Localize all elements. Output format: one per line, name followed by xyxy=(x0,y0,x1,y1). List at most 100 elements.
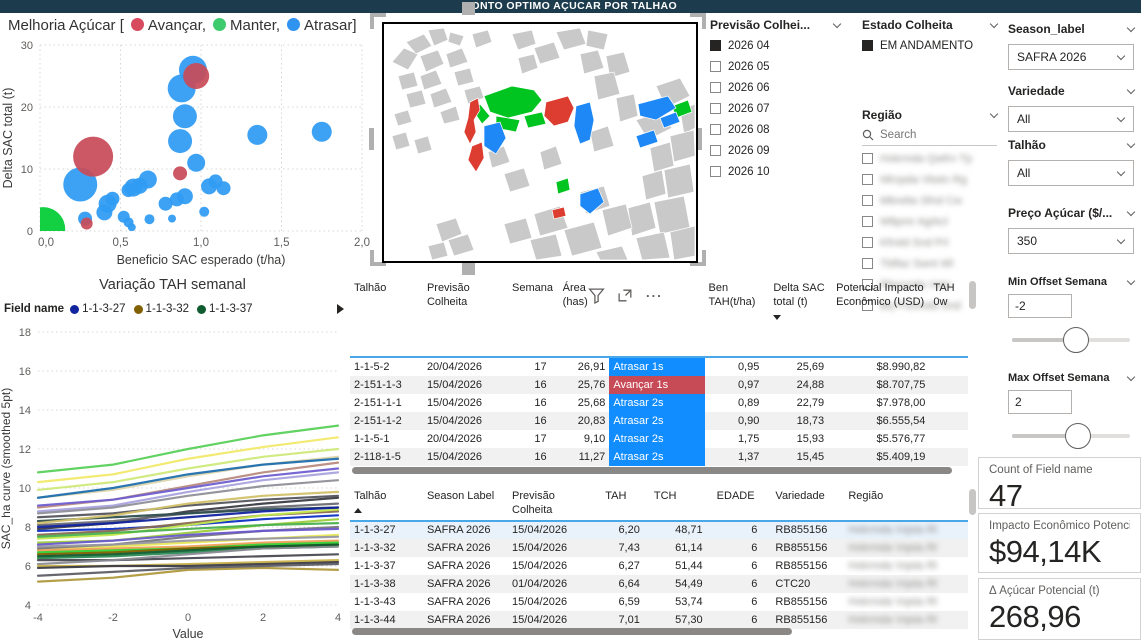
map-handle-left[interactable] xyxy=(369,128,374,150)
table-row[interactable]: 2-151-1-315/04/20261625,76Avançar 1s0,97… xyxy=(350,376,968,394)
slicer-dropdown[interactable]: All xyxy=(1008,106,1134,132)
scatter-bubble-atrasar[interactable] xyxy=(187,154,205,172)
table2-header-cell[interactable]: Season Label xyxy=(423,487,508,521)
table2-header-cell[interactable]: TCH xyxy=(650,487,713,521)
chevron-down-icon[interactable] xyxy=(1127,139,1135,147)
scatter-chart[interactable]: 01020300,00,51,01,52,0Beneficio SAC espe… xyxy=(0,13,372,273)
checkbox-icon[interactable] xyxy=(710,145,721,156)
table1-header-cell[interactable]: Talhão xyxy=(350,279,423,357)
table-row[interactable]: 1-1-3-44SAFRA 202615/04/20267,0157,306RB… xyxy=(350,611,968,629)
table-row[interactable]: 1-1-3-38SAFRA 202601/04/20266,6454,496CT… xyxy=(350,575,968,593)
filter-icon[interactable] xyxy=(588,287,605,304)
scatter-bubble-avançar[interactable] xyxy=(73,137,113,177)
scatter-bubble-atrasar[interactable] xyxy=(105,192,119,206)
legend-item[interactable]: 1-1-3-32 xyxy=(134,303,189,315)
legend-next-arrow-icon[interactable] xyxy=(337,304,344,314)
table2-header-row[interactable]: TalhãoSeason LabelPrevisão ColheitaTAHTC… xyxy=(350,487,968,521)
scatter-bubble-atrasar[interactable] xyxy=(199,207,209,217)
scatter-bubble-atrasar[interactable] xyxy=(128,223,136,231)
table1-horizontal-scrollbar[interactable] xyxy=(352,467,952,474)
regiao-item[interactable]: Tblfaz Swnt Wl xyxy=(862,253,997,274)
checkbox-icon[interactable] xyxy=(710,61,721,72)
checkbox-icon[interactable] xyxy=(862,195,873,206)
checkbox-icon[interactable] xyxy=(710,40,721,51)
checkbox-icon[interactable] xyxy=(710,166,721,177)
table-row[interactable]: 1-1-3-27SAFRA 202615/04/20266,2048,716RB… xyxy=(350,521,968,539)
slicer-dropdown[interactable]: 350 xyxy=(1008,228,1134,254)
table-row[interactable]: 1-1-5-220/04/20261726,91Atrasar 1s0,9525… xyxy=(350,357,968,376)
slicer-dropdown[interactable]: SAFRA 2026 xyxy=(1008,44,1134,70)
checkbox-icon[interactable] xyxy=(862,174,873,185)
regiao-item[interactable]: Kfrotd Snd Prl xyxy=(862,232,997,253)
table-row[interactable]: 1-1-3-32SAFRA 202615/04/20267,4361,146RB… xyxy=(350,539,968,557)
scatter-bubble-atrasar[interactable] xyxy=(177,188,193,204)
previsao-item[interactable]: 2026 05 xyxy=(710,56,840,77)
scatter-bubble-atrasar[interactable] xyxy=(217,181,231,195)
previsao-item[interactable]: 2026 06 xyxy=(710,77,840,98)
chevron-down-icon[interactable] xyxy=(990,19,998,27)
table1-header-cell[interactable]: Previsão Colheita xyxy=(423,279,508,357)
line-chart[interactable]: 1816141210864-4-2024ValueSAC_ha curve (s… xyxy=(0,318,345,640)
regiao-item[interactable]: Wltpmr Agrkcl xyxy=(862,211,997,232)
checkbox-icon[interactable] xyxy=(862,237,873,248)
slider-thumb[interactable] xyxy=(1063,327,1089,353)
slider-thumb[interactable] xyxy=(1065,423,1091,449)
scatter-bubble-atrasar[interactable] xyxy=(168,129,192,153)
regiao-item[interactable]: Nfrzpda Vbstn Rg xyxy=(862,169,997,190)
chevron-down-icon[interactable] xyxy=(1127,23,1135,31)
checkbox-icon[interactable] xyxy=(710,103,721,114)
map-canvas[interactable] xyxy=(384,24,696,261)
previsao-item[interactable]: 2026 07 xyxy=(710,98,840,119)
scatter-bubble-atrasar[interactable] xyxy=(247,125,267,145)
table2-header-cell[interactable]: Talhão xyxy=(350,487,423,521)
table2-horizontal-scrollbar[interactable] xyxy=(352,628,792,635)
scatter-bubble-atrasar[interactable] xyxy=(173,104,197,128)
table1-header-cell[interactable]: TAH 0w xyxy=(929,279,968,357)
table-row[interactable]: 2-151-1-115/04/20261625,68Atrasar 2s0,89… xyxy=(350,394,968,412)
table1-header-cell[interactable]: Ben TAH(t/ha) xyxy=(705,279,770,357)
chevron-down-icon[interactable] xyxy=(1127,276,1135,284)
table2-vertical-scrollbar[interactable] xyxy=(969,489,976,515)
checkbox-icon[interactable] xyxy=(862,258,873,269)
slicer-dropdown[interactable]: All xyxy=(1008,160,1134,186)
checkbox-icon[interactable] xyxy=(862,153,873,164)
table2-header-cell[interactable]: Variedade xyxy=(771,487,844,521)
chevron-down-icon[interactable] xyxy=(1127,207,1135,215)
more-options-icon[interactable]: ... xyxy=(646,285,663,300)
table1-vertical-scrollbar[interactable] xyxy=(969,281,976,309)
chevron-down-icon[interactable] xyxy=(1127,372,1135,380)
line-series[interactable] xyxy=(38,568,338,582)
table1-header-cell[interactable]: Potencial Impacto Econômico (USD) xyxy=(832,279,929,357)
checkbox-icon[interactable] xyxy=(862,40,873,51)
scatter-bubble-atrasar[interactable] xyxy=(168,215,176,223)
checkbox-icon[interactable] xyxy=(710,124,721,135)
focus-mode-icon[interactable] xyxy=(617,287,634,304)
scatter-bubble-avançar[interactable] xyxy=(173,166,187,180)
previsao-item[interactable]: 2026 04 xyxy=(710,35,840,56)
chevron-down-icon[interactable] xyxy=(1127,85,1135,93)
slider-value-input[interactable] xyxy=(1008,390,1072,414)
table1-header-cell[interactable]: Delta SAC total (t) xyxy=(769,279,832,357)
checkbox-icon[interactable] xyxy=(710,82,721,93)
table-row[interactable]: 2-151-1-215/04/20261620,83Atrasar 2s0,90… xyxy=(350,412,968,430)
table2-header-cell[interactable]: Previsão Colheita xyxy=(508,487,601,521)
chevron-down-icon[interactable] xyxy=(833,19,841,27)
scatter-bubble-avançar[interactable] xyxy=(81,218,93,230)
table-row[interactable]: 1-1-3-37SAFRA 202615/04/20266,2751,446RB… xyxy=(350,557,968,575)
checkbox-icon[interactable] xyxy=(862,216,873,227)
table1-header-cell[interactable]: Semana xyxy=(508,279,559,357)
scatter-bubble-atrasar[interactable] xyxy=(139,171,157,189)
estado-item[interactable]: EM ANDAMENTO xyxy=(862,35,997,56)
previsao-item[interactable]: 2026 09 xyxy=(710,140,840,161)
regiao-search-input[interactable] xyxy=(880,129,980,141)
previsao-item[interactable]: 2026 10 xyxy=(710,161,840,182)
previsao-item[interactable]: 2026 08 xyxy=(710,119,840,140)
table2-header-cell[interactable]: EDADE xyxy=(713,487,772,521)
table2-header-cell[interactable]: Região xyxy=(844,487,968,521)
regiao-item[interactable]: Mbretta Sfnd Cw xyxy=(862,190,997,211)
scatter-bubble-atrasar[interactable] xyxy=(144,214,154,224)
regiao-item[interactable]: Hxkrmda Qwfrn Tp xyxy=(862,148,997,169)
legend-item[interactable]: 1-1-3-27 xyxy=(70,303,125,315)
scatter-bubble-atrasar[interactable] xyxy=(312,122,332,142)
table2-header-cell[interactable]: TAH xyxy=(601,487,650,521)
